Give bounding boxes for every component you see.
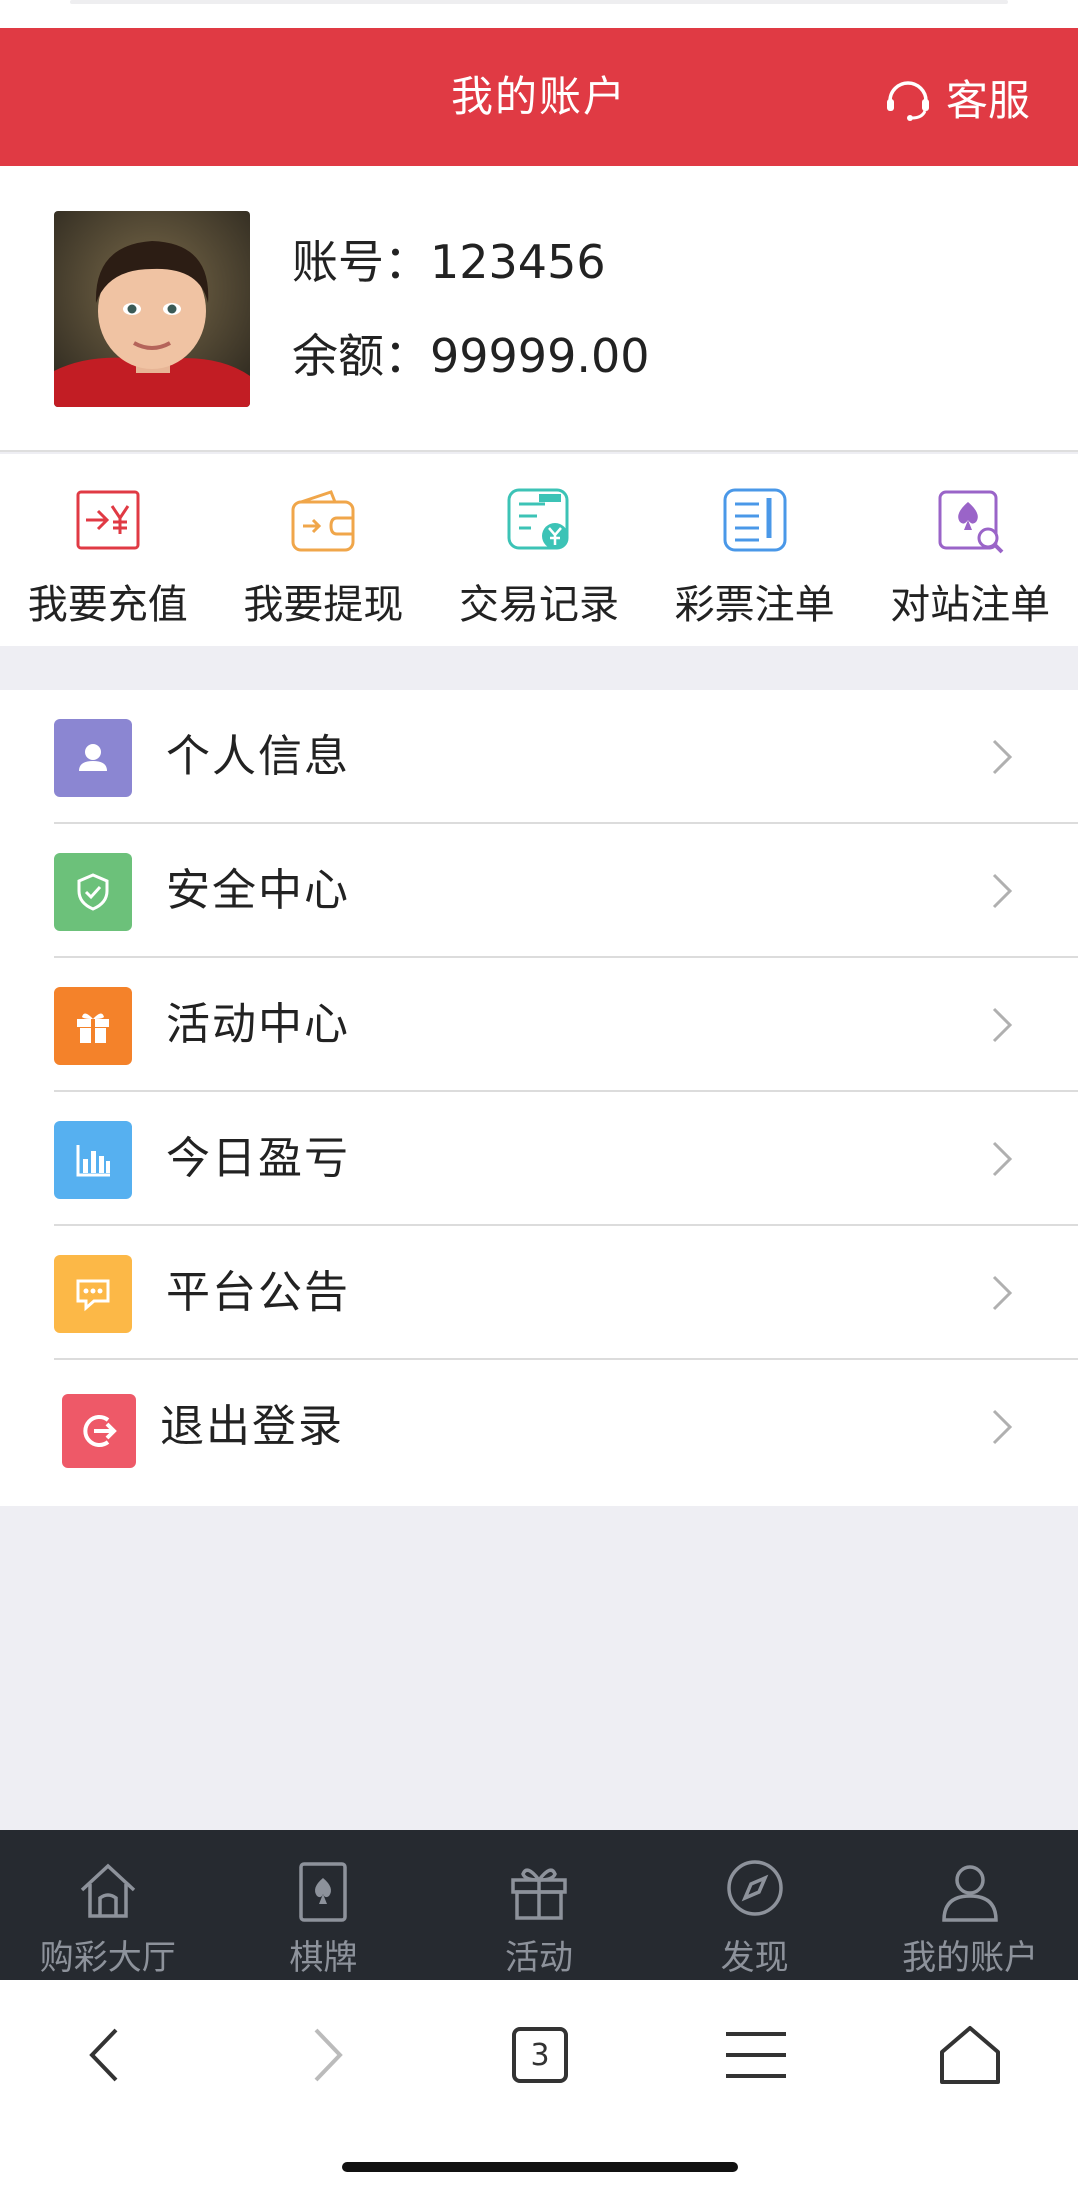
tabs-button[interactable]: 3 [500,2020,580,2090]
balance-value: 99999.00 [430,329,650,383]
tab-label: 购彩大厅 [39,1938,176,1978]
versus-order-icon [938,490,1004,554]
back-icon[interactable] [66,2020,146,2090]
wallet-icon [291,490,355,552]
menu-label: 安全中心 [166,865,350,916]
home-icon [80,1863,135,1918]
shield-icon [54,853,132,931]
lottery-order-button[interactable]: 彩票注单 [647,454,863,646]
menu-label: 今日盈亏 [166,1133,350,1184]
versus-order-button[interactable]: 对站注单 [862,454,1078,646]
transaction-record-icon [507,488,569,550]
person-icon [54,719,132,797]
menu-item-logout[interactable]: 退出登录 [0,1360,1078,1494]
header: 我的账户 客服 [0,28,1078,166]
tab-my-account[interactable]: 我的账户 [862,1830,1078,1980]
top-strip [0,0,1078,28]
chevron-right-icon [992,1275,1013,1311]
tab-count: 3 [512,2027,568,2083]
user-icon [942,1865,998,1922]
chevron-right-icon [992,1141,1013,1177]
account-profile: 账号：123456 余额：99999.00 [0,166,1078,452]
lottery-order-icon [723,488,787,552]
versus-order-label: 对站注单 [890,582,1051,628]
account-label: 账号： [292,235,430,289]
transaction-record-label: 交易记录 [458,582,619,628]
tab-discover[interactable]: 发现 [647,1830,863,1980]
gift-icon [511,1868,567,1920]
menu-label: 退出登录 [160,1401,344,1452]
account-value: 123456 [430,235,606,289]
menu-item-security-center[interactable]: 安全中心 [0,824,1078,958]
menu-item-announcements[interactable]: 平台公告 [0,1226,1078,1360]
menu-icon[interactable] [716,2020,796,2090]
customer-service-label: 客服 [945,75,1030,125]
withdraw-button[interactable]: 我要提现 [216,454,432,646]
home-icon[interactable] [930,2020,1010,2090]
bottom-tab-bar: 购彩大厅 棋牌 活动 发现 我的账户 [0,1830,1078,1980]
balance-label: 余额： [292,329,430,383]
bar-chart-icon [54,1121,132,1199]
tab-label: 棋牌 [289,1938,358,1978]
account-number: 账号：123456 [292,226,606,292]
chevron-right-icon [992,873,1013,909]
account-balance: 余额：99999.00 [292,320,650,386]
menu-item-activity-center[interactable]: 活动中心 [0,958,1078,1092]
tab-label: 活动 [504,1938,573,1978]
account-menu: 个人信息 安全中心 活动中心 今日盈亏 平台公告 退出登录 [0,690,1078,1506]
message-icon [54,1255,132,1333]
menu-item-personal-info[interactable]: 个人信息 [0,690,1078,824]
cards-icon [299,1862,348,1922]
forward-icon[interactable] [286,2020,366,2090]
transaction-record-button[interactable]: 交易记录 [431,454,647,646]
recharge-button[interactable]: 我要充值 [0,454,216,646]
headset-icon [886,81,929,121]
tab-label: 发现 [720,1938,789,1978]
tab-label: 我的账户 [902,1938,1039,1978]
menu-label: 个人信息 [166,731,350,782]
home-indicator [342,2162,738,2172]
tab-lottery-hall[interactable]: 购彩大厅 [0,1830,216,1980]
avatar[interactable] [54,211,250,407]
tab-activities[interactable]: 活动 [431,1830,647,1980]
gift-icon [54,987,132,1065]
compass-icon [726,1860,783,1916]
logout-icon [62,1394,136,1468]
recharge-label: 我要充值 [27,582,188,628]
menu-item-daily-pnl[interactable]: 今日盈亏 [0,1092,1078,1226]
menu-label: 活动中心 [166,999,350,1050]
chevron-right-icon [992,1409,1013,1445]
quick-actions: 我要充值 我要提现 交易记录 彩票注单 对站注单 [0,454,1078,646]
menu-label: 平台公告 [166,1267,350,1318]
tab-chess-cards[interactable]: 棋牌 [216,1830,432,1980]
chevron-right-icon [992,1007,1013,1043]
withdraw-label: 我要提现 [243,582,404,628]
customer-service-button[interactable]: 客服 [882,28,1030,166]
chevron-right-icon [992,739,1013,775]
recharge-icon [76,490,140,550]
lottery-order-label: 彩票注单 [674,582,835,628]
browser-toolbar: 3 [0,1980,1078,2186]
